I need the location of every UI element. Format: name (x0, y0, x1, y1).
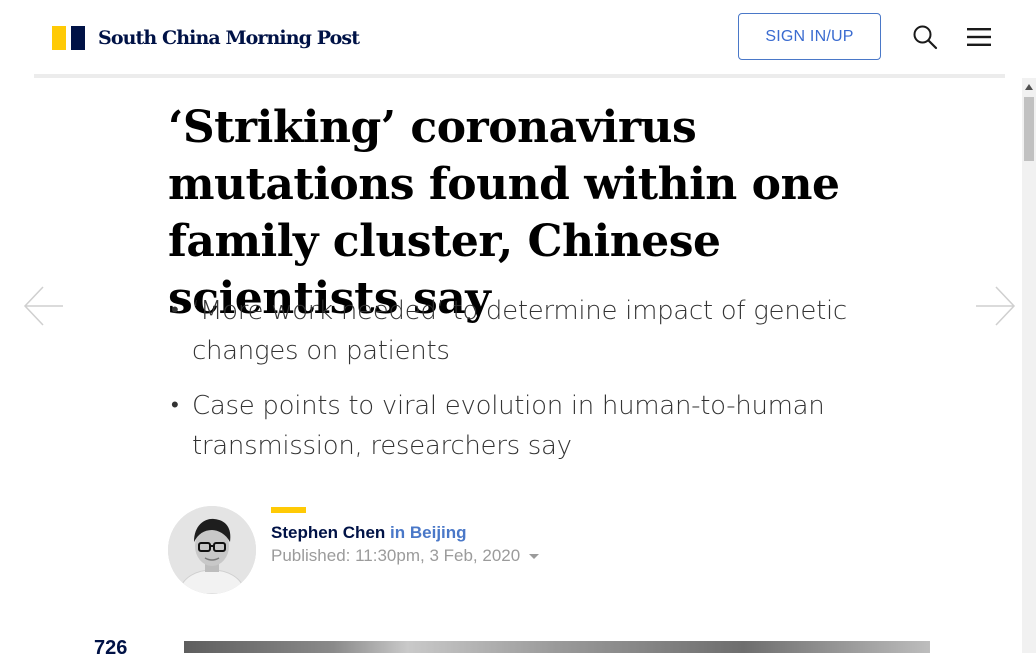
scrollbar-thumb[interactable] (1024, 97, 1034, 161)
brand-name: South China Morning Post (98, 27, 360, 49)
bullet-icon: • (171, 393, 179, 418)
site-header: South China Morning Post SIGN IN/UP (34, 0, 1005, 74)
author-accent-bar (271, 507, 306, 513)
site-logo[interactable]: South China Morning Post (52, 26, 360, 50)
summary-item: • ‘More work needed’ to determine impact… (171, 291, 891, 371)
page-scrollbar[interactable] (1022, 78, 1036, 653)
author-name-link[interactable]: Stephen Chen (271, 523, 385, 542)
published-date-toggle[interactable]: Published: 11:30pm, 3 Feb, 2020 (271, 546, 540, 566)
arrow-left-icon[interactable] (23, 285, 65, 327)
arrow-right-icon[interactable] (974, 285, 1016, 327)
sign-in-button[interactable]: SIGN IN/UP (738, 13, 881, 60)
scroll-up-arrow-icon[interactable] (1022, 78, 1036, 95)
article-summary: • ‘More work needed’ to determine impact… (171, 291, 891, 481)
bullet-icon: • (171, 298, 179, 323)
author-location: in Beijing (390, 523, 467, 542)
author-avatar[interactable] (168, 506, 256, 594)
summary-text: Case points to viral evolution in human-… (192, 391, 825, 461)
logo-mark-icon (52, 26, 85, 50)
summary-text: ‘More work needed’ to determine impact o… (192, 296, 847, 366)
comment-count[interactable]: 726 (94, 637, 127, 660)
byline: Stephen Chen in Beijing (271, 523, 467, 543)
caret-down-icon[interactable] (529, 553, 540, 559)
header-divider (34, 74, 1005, 78)
author-portrait-icon (168, 506, 256, 594)
search-icon[interactable] (912, 24, 938, 50)
hamburger-menu-icon[interactable] (967, 26, 991, 48)
published-date: Published: 11:30pm, 3 Feb, 2020 (271, 546, 521, 565)
hero-image (184, 641, 930, 653)
summary-item: • Case points to viral evolution in huma… (171, 386, 891, 466)
